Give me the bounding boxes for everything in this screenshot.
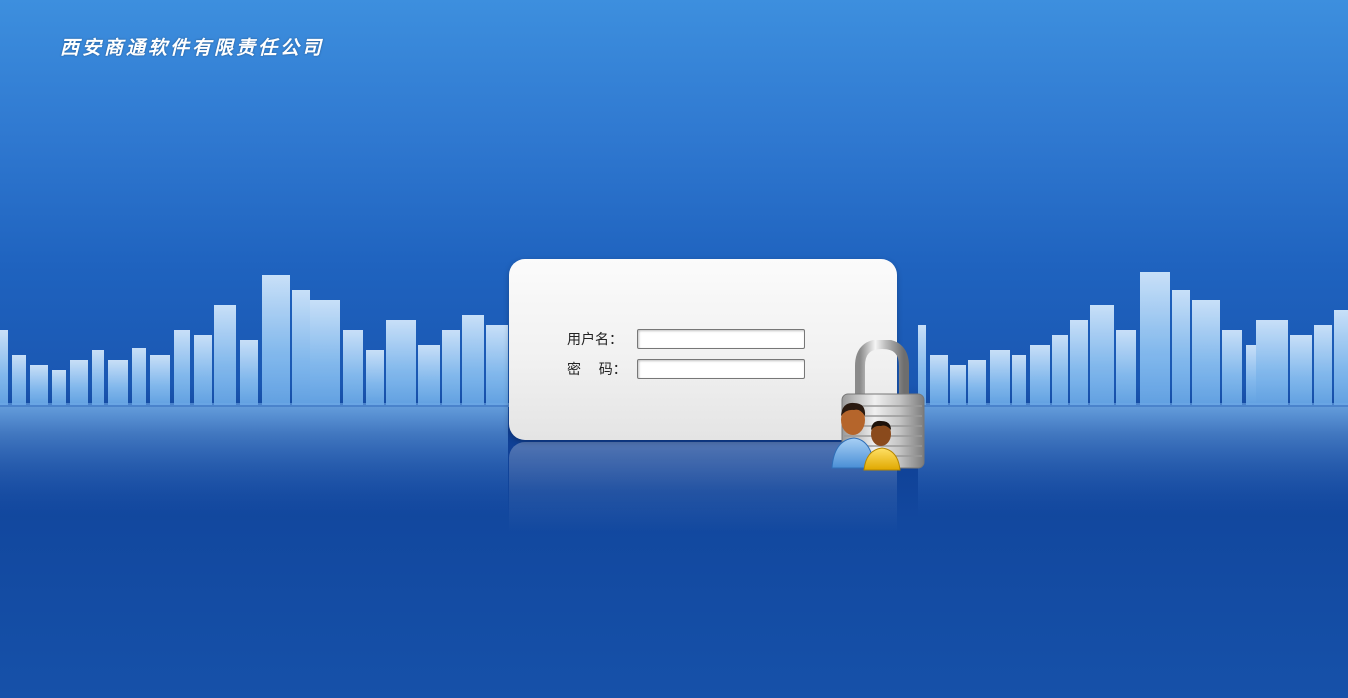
password-row: 密 码：	[567, 358, 805, 380]
company-title: 西安商通软件有限责任公司	[60, 37, 325, 59]
username-row: 用户名：	[567, 328, 805, 350]
password-label: 密 码：	[567, 362, 627, 378]
username-label: 用户名：	[567, 332, 623, 348]
padlock-users-icon	[831, 340, 925, 471]
username-input[interactable]	[637, 329, 805, 349]
password-input[interactable]	[637, 359, 805, 379]
login-page: 西安商通软件有限责任公司 用户名： 密 码：	[0, 0, 1348, 698]
